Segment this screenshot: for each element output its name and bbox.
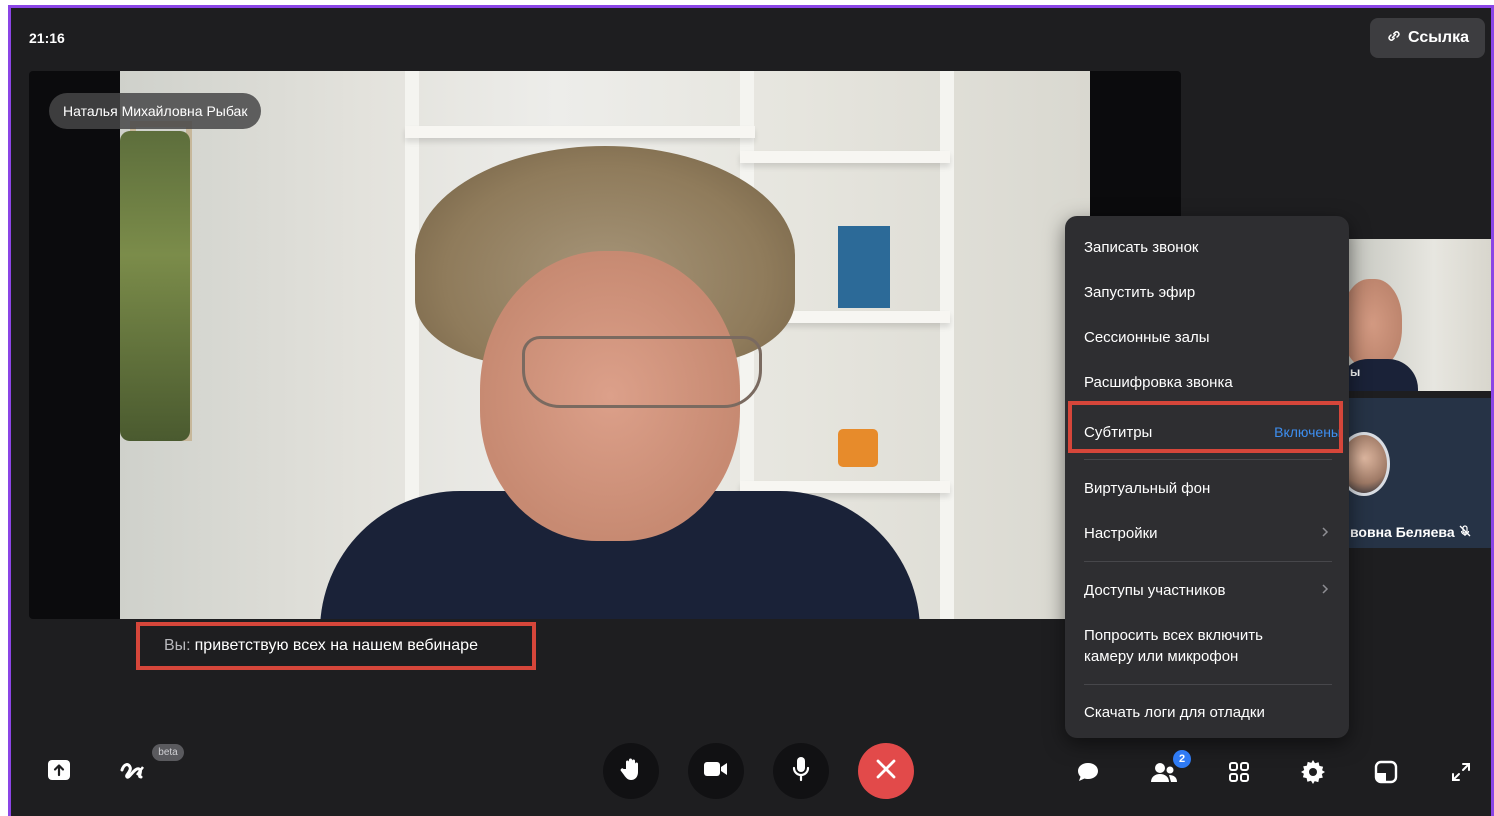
menu-item-transcription[interactable]: Расшифровка звонка <box>1065 369 1349 395</box>
menu-divider <box>1084 684 1332 685</box>
menu-item-breakout-rooms[interactable]: Сессионные залы <box>1065 324 1349 350</box>
whiteboard-button[interactable] <box>117 756 149 788</box>
participant-tile[interactable]: ы <box>1348 239 1491 391</box>
fullscreen-icon <box>1450 761 1472 788</box>
participant-name: ы <box>1350 365 1361 379</box>
call-time: 21:16 <box>29 30 65 46</box>
main-video-tile[interactable]: Наталья Михайловна Рыбак <box>29 71 1181 619</box>
copy-link-button[interactable]: Ссылка <box>1370 18 1485 58</box>
chevron-right-icon <box>1321 525 1329 541</box>
raise-hand-button[interactable] <box>603 743 659 799</box>
speaker-name-label: Наталья Михайловна Рыбак <box>49 93 262 129</box>
raise-hand-icon <box>620 757 642 786</box>
fullscreen-button[interactable] <box>1445 758 1477 790</box>
chevron-right-icon <box>1321 582 1329 598</box>
more-options-menu: Записать звонок Запустить эфир Сессионны… <box>1065 216 1349 738</box>
avatar <box>1348 432 1390 496</box>
grid-view-button[interactable] <box>1223 758 1255 790</box>
menu-item-participant-access[interactable]: Доступы участников <box>1065 577 1349 603</box>
chat-icon <box>1076 761 1100 788</box>
camera-icon <box>703 760 729 783</box>
menu-item-download-logs[interactable]: Скачать логи для отладки <box>1065 699 1349 725</box>
app-window: 21:16 Ссылка Наталья Михайловна Рыбак Вы… <box>8 5 1494 816</box>
menu-item-virtual-background[interactable]: Виртуальный фон <box>1065 475 1349 501</box>
board-icon <box>119 758 147 787</box>
menu-item-settings[interactable]: Настройки <box>1065 520 1349 546</box>
menu-divider <box>1084 561 1332 562</box>
end-call-button[interactable] <box>858 743 914 799</box>
subtitle-speaker: Вы: <box>164 637 191 654</box>
share-screen-button[interactable] <box>43 756 75 788</box>
microphone-button[interactable] <box>773 743 829 799</box>
participants-count-badge: 2 <box>1173 750 1191 768</box>
settings-button[interactable] <box>1297 758 1329 790</box>
copy-link-label: Ссылка <box>1408 29 1469 46</box>
participant-name: вовна Беляева <box>1350 524 1471 540</box>
layout-button[interactable] <box>1370 758 1402 790</box>
subtitle-bar: Вы: приветствую всех на нашем вебинаре <box>136 622 536 670</box>
call-screen: 21:16 Ссылка Наталья Михайловна Рыбак Вы… <box>11 8 1491 816</box>
subtitles-highlight <box>1068 401 1343 453</box>
share-screen-icon <box>47 759 71 786</box>
link-icon <box>1386 28 1402 49</box>
speaker-video <box>120 71 1090 619</box>
chat-button[interactable] <box>1072 758 1104 790</box>
menu-item-ask-enable-media[interactable]: Попросить всех включить камеру или микро… <box>1065 623 1305 669</box>
participants-icon <box>1150 761 1178 788</box>
camera-button[interactable] <box>688 743 744 799</box>
subtitle-text: приветствую всех на нашем вебинаре <box>194 637 478 654</box>
grid-icon <box>1228 761 1250 788</box>
mic-off-icon <box>1459 524 1471 540</box>
menu-item-record[interactable]: Записать звонок <box>1065 234 1349 260</box>
participant-tile[interactable]: вовна Беляева <box>1348 398 1491 548</box>
beta-badge: beta <box>152 744 184 761</box>
menu-item-broadcast[interactable]: Запустить эфир <box>1065 279 1349 305</box>
microphone-icon <box>792 756 810 787</box>
menu-divider <box>1084 459 1332 460</box>
settings-icon <box>1300 759 1326 790</box>
end-call-icon <box>875 758 897 785</box>
layout-icon <box>1374 760 1398 789</box>
